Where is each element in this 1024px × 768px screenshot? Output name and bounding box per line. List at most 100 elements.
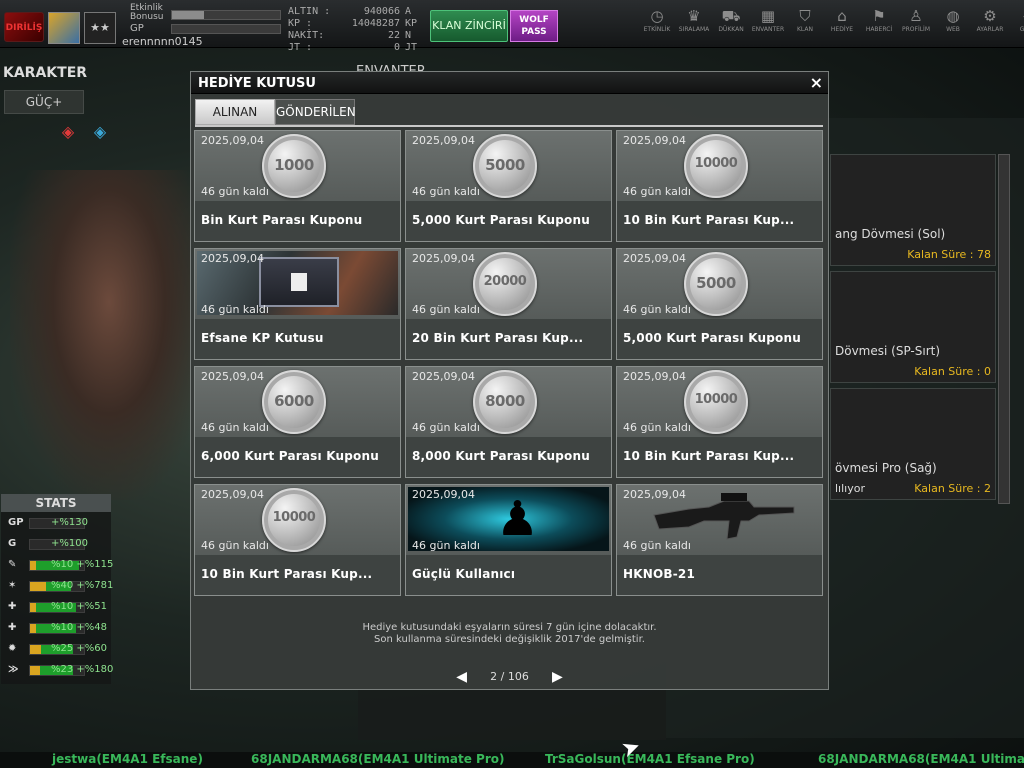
gift-date: 2025,09,04 <box>623 370 686 383</box>
nav-gear[interactable]: ⚙ AYARLAR <box>973 6 1007 40</box>
gift-date: 2025,09,04 <box>412 134 475 147</box>
page-indicator: 2 / 106 <box>490 670 529 683</box>
inventory-scrollbar[interactable] <box>998 154 1010 504</box>
gift-item[interactable]: 6000 2025,09,04 46 gün kaldı 6,000 Kurt Par… <box>194 366 401 478</box>
stats-panel: STATS GP +%130 G +%100 ✎ %10 +%115 ✶ %40 +%781 ✚… <box>1 494 114 684</box>
nav-gift[interactable]: ⌂ HEDİYE <box>825 6 859 40</box>
nav-clock[interactable]: ◷ ETKİNLİK <box>640 6 674 40</box>
skill-blue-icon[interactable]: ◈ <box>88 120 112 144</box>
nav-megaphone[interactable]: ⚑ HABERCİ <box>862 6 896 40</box>
next-page-icon[interactable]: ▶ <box>552 669 563 685</box>
gift-name-bar: Güçlü Kullanıcı <box>406 555 611 595</box>
gift-item[interactable]: 1000 2025,09,04 46 gün kaldı Bin Kurt Paras… <box>194 130 401 242</box>
gp-label: GP <box>130 23 144 34</box>
gift-item[interactable]: 8000 2025,09,04 46 gün kaldı 8,000 Kurt Par… <box>405 366 612 478</box>
skill-red-icon[interactable]: ◈ <box>56 120 80 144</box>
nav-label: KLAN <box>796 26 813 33</box>
gift-name: 6,000 Kurt Parası Kuponu <box>201 449 379 463</box>
currency-value: 14048287 <box>351 18 400 29</box>
cart-icon: ⛟ <box>721 7 741 25</box>
ticker-entry: jestwa(EM4A1 Efsane) <box>52 752 203 766</box>
prev-page-icon[interactable]: ◀ <box>456 669 467 685</box>
stat-icon: ✚ <box>8 601 17 612</box>
coin-value: 6000 <box>274 392 314 410</box>
gift-name-bar: Bin Kurt Parası Kuponu <box>195 201 400 241</box>
stat-value: %40 +%781 <box>51 580 114 591</box>
gift-item[interactable]: 5000 2025,09,04 46 gün kaldı 5,000 Kurt Par… <box>616 248 823 360</box>
gift-name: HKNOB-21 <box>623 567 696 581</box>
gift-name: 5,000 Kurt Parası Kuponu <box>412 213 590 227</box>
inventory-item[interactable]: övmesi Pro (Sağ) Kalan Süre : 2 lılıyor <box>830 388 996 500</box>
close-icon[interactable]: × <box>810 73 823 92</box>
gift-name-bar: 10 Bin Kurt Parası Kup... <box>195 555 400 595</box>
gift-item[interactable]: 20000 2025,09,04 46 gün kaldı 20 Bin Kurt P… <box>405 248 612 360</box>
gift-days-left: 46 gün kaldı <box>412 421 480 434</box>
gift-days-left: 46 gün kaldı <box>201 303 269 316</box>
coin-value: 8000 <box>485 392 525 410</box>
inventory-item[interactable]: ang Dövmesi (Sol) Kalan Süre : 78 <box>830 154 996 266</box>
gift-name: Bin Kurt Parası Kuponu <box>201 213 363 227</box>
coin-icon: 20000 <box>473 252 537 316</box>
inventory-item-time: Kalan Süre : 0 <box>914 365 991 378</box>
gift-name: 8,000 Kurt Parası Kuponu <box>412 449 590 463</box>
currency-unit: KP <box>405 18 418 29</box>
stat-bar-yellow <box>30 666 40 675</box>
nav-globe[interactable]: ◍ WEB <box>936 6 970 40</box>
stat-bar-yellow <box>30 645 41 654</box>
klan-zinciri-button[interactable]: KLAN ZİNCİRİ <box>430 10 508 42</box>
stat-bar-yellow <box>30 582 47 591</box>
coin-value: 1000 <box>274 156 314 174</box>
coin-icon: 10000 <box>684 134 748 198</box>
nav-profile[interactable]: ♙ PROFİLİM <box>899 6 933 40</box>
gift-name-bar: Efsane KP Kutusu <box>195 319 400 359</box>
gift-date: 2025,09,04 <box>623 252 686 265</box>
back-icon: « <box>1010 6 1024 26</box>
stat-icon: ✶ <box>8 580 17 591</box>
coin-value: 20000 <box>483 274 527 289</box>
nav-cart[interactable]: ⛟ DÜKKAN <box>714 6 748 40</box>
inventory-icon: ▦ <box>760 7 776 25</box>
gift-item[interactable]: 10000 2025,09,04 46 gün kaldı 10 Bin Kurt P… <box>194 484 401 596</box>
gift-days-left: 46 gün kaldı <box>201 539 269 552</box>
gift-name-bar: 5,000 Kurt Parası Kuponu <box>406 201 611 241</box>
tab-gonderilen[interactable]: GÖNDERİLEN <box>275 99 356 125</box>
tab-alinan[interactable]: ALINAN <box>195 99 275 125</box>
gift-item[interactable]: 10000 2025,09,04 46 gün kaldı 10 Bin Kurt P… <box>616 130 823 242</box>
nav-shield[interactable]: ⛉ KLAN <box>788 6 822 40</box>
gift-days-left: 46 gün kaldı <box>412 303 480 316</box>
gift-date: 2025,09,04 <box>201 252 264 265</box>
coin-value: 5000 <box>485 156 525 174</box>
guc-button[interactable]: GÜÇ+ <box>4 90 84 114</box>
gift-item[interactable]: 2025,09,04 46 gün kaldı HKNOB-21 <box>616 484 823 596</box>
gift-item[interactable]: 2025,09,04 46 gün kaldı Efsane KP Kutusu <box>194 248 401 360</box>
gift-name-bar: 10 Bin Kurt Parası Kup... <box>617 201 822 241</box>
inventory-item-name: Dövmesi (SP-Sırt) <box>835 344 941 358</box>
currency-label: KP : <box>288 18 313 29</box>
gift-date: 2025,09,04 <box>201 488 264 501</box>
gift-item[interactable]: 5000 2025,09,04 46 gün kaldı 5,000 Kurt Par… <box>405 130 612 242</box>
nav-back[interactable]: «GERİ <box>1010 6 1024 40</box>
nav-rank[interactable]: ♛ SIRALAMA <box>677 6 711 40</box>
inventory-item[interactable]: Dövmesi (SP-Sırt) Kalan Süre : 0 <box>830 271 996 383</box>
gift-name: Efsane KP Kutusu <box>201 331 324 345</box>
coin-icon: 6000 <box>262 370 326 434</box>
gift-item[interactable]: 10000 2025,09,04 46 gün kaldı 10 Bin Kurt P… <box>616 366 823 478</box>
avatar[interactable] <box>48 12 80 44</box>
gift-name: Güçlü Kullanıcı <box>412 567 516 581</box>
character-model <box>10 170 190 500</box>
stat-bar-yellow <box>30 624 37 633</box>
rank-icon: ♛ <box>687 7 701 25</box>
coin-icon: 5000 <box>473 134 537 198</box>
wolf-pass-button[interactable]: WOLF PASS <box>510 10 558 42</box>
nav-label: WEB <box>946 26 960 33</box>
nav-inventory[interactable]: ▦ ENVANTER <box>751 6 785 40</box>
gift-item[interactable]: ♟ 2025,09,04 46 gün kaldı Güçlü Kullanıcı <box>405 484 612 596</box>
currency-value: 22 <box>387 30 400 41</box>
inventory-item-sub: lılıyor <box>835 482 865 495</box>
gift-days-left: 46 gün kaldı <box>623 185 691 198</box>
username: erennnnn0145 <box>122 35 203 48</box>
nav-label: DÜKKAN <box>718 26 744 33</box>
gift-name: 10 Bin Kurt Parası Kup... <box>623 449 795 463</box>
gift-name-bar: 5,000 Kurt Parası Kuponu <box>617 319 822 359</box>
gift-days-left: 46 gün kaldı <box>412 185 480 198</box>
